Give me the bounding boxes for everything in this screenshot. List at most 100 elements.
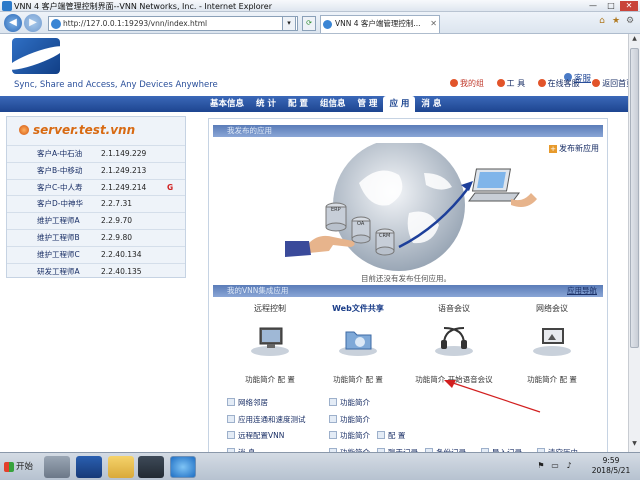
tab-apps[interactable]: 应 用 <box>383 96 416 112</box>
back-button[interactable]: ◀ <box>4 14 22 32</box>
app-links[interactable]: 功能简介 配 置 <box>313 374 403 385</box>
online-support-link[interactable]: 在线客服 <box>537 78 580 89</box>
internet-explorer-icon[interactable] <box>170 456 196 478</box>
tab-stats[interactable]: 统 计 <box>250 96 282 112</box>
client-name[interactable]: 客户C-中人寿 <box>37 180 82 196</box>
speed-icon <box>227 414 235 423</box>
app-guide-link[interactable]: 应用导航 <box>567 285 597 297</box>
online-support-label: 在线客服 <box>547 79 580 88</box>
tab-close-icon[interactable]: ✕ <box>430 16 437 32</box>
crm-label: CRM <box>379 233 390 239</box>
publish-app-label: 发布新应用 <box>559 144 599 153</box>
app-name: Web文件共享 <box>332 304 384 313</box>
maximize-button[interactable]: □ <box>602 1 620 11</box>
intro-link[interactable]: 功能简介 <box>329 414 370 425</box>
client-name[interactable]: 维护工程师C <box>37 247 80 263</box>
forward-button[interactable]: ▶ <box>24 14 42 32</box>
list-item[interactable]: 客户B-中移动 2.1.249.213 <box>7 161 185 179</box>
client-name[interactable]: 维护工程师A <box>37 213 80 229</box>
tab-config[interactable]: 配 置 <box>282 96 314 112</box>
row-label: 网络邻居 <box>238 398 268 407</box>
browser-tab[interactable]: VNN 4 客户端管理控制... ✕ <box>320 15 440 33</box>
minimize-button[interactable]: — <box>584 1 602 11</box>
client-name[interactable]: 客户D-中神华 <box>37 196 83 212</box>
scroll-thumb[interactable] <box>630 48 639 348</box>
tab-basic-info[interactable]: 基本信息 <box>204 96 250 112</box>
published-apps-header: 我发布的应用 <box>213 125 603 137</box>
cmd-icon[interactable] <box>138 456 164 478</box>
ie-icon <box>2 1 12 11</box>
list-item[interactable]: 客户D-中神华 2.2.7.31 <box>7 195 185 212</box>
web-meeting-icon[interactable] <box>532 324 572 356</box>
page-icon <box>51 19 61 29</box>
client-ip: 2.2.40.135 <box>101 266 142 276</box>
flag-tray-icon[interactable]: ⚑ <box>536 461 546 471</box>
favorites-icon[interactable]: ★ <box>610 16 622 29</box>
my-group-label: 我的组 <box>460 79 484 88</box>
home-icon[interactable]: ⌂ <box>596 16 608 29</box>
list-item[interactable]: 研发工程师A 2.2.40.135 <box>7 262 185 280</box>
tools-icon <box>496 79 505 87</box>
server-manager-icon[interactable] <box>44 456 70 478</box>
intro-link[interactable]: 功能简介 <box>329 430 370 441</box>
refresh-icon[interactable]: ⟳ <box>302 16 316 31</box>
scroll-up-icon[interactable]: ▲ <box>630 35 639 45</box>
tab-group-info[interactable]: 组信息 <box>314 96 352 112</box>
annotation-arrow <box>444 380 541 413</box>
speed-test-link[interactable]: 应用连通和速度测试 <box>227 414 306 425</box>
settings-gear-icon[interactable]: ⚙ <box>624 16 636 29</box>
client-name[interactable]: 客户A-中石油 <box>37 146 82 162</box>
client-name[interactable]: 维护工程师B <box>37 230 80 246</box>
volume-tray-icon[interactable]: ♪ <box>564 461 574 471</box>
start-button[interactable]: 开始 <box>2 457 38 477</box>
list-item[interactable]: 维护工程师C 2.2.40.134 <box>7 245 185 263</box>
headset-icon[interactable] <box>434 324 474 356</box>
tab-messages[interactable]: 消 息 <box>415 96 447 112</box>
folder-share-icon[interactable] <box>338 324 378 356</box>
support-icon <box>537 79 546 87</box>
client-mark: G <box>167 182 174 192</box>
tools-link[interactable]: 工 具 <box>496 78 525 89</box>
app-web-file-share: Web文件共享 功能简介 配 置 <box>313 303 403 389</box>
url-input[interactable]: http://127.0.0.1:19293/vnn/index.html <box>48 16 298 31</box>
client-ip: 2.2.9.80 <box>101 232 133 242</box>
network-neighborhood-link[interactable]: 网络邻居 <box>227 397 268 408</box>
nav-tabs: 基本信息统 计配 置组信息管 理应 用消 息 <box>204 96 447 112</box>
gear-icon <box>377 431 385 439</box>
remote-control-icon[interactable] <box>250 324 290 356</box>
window-title-bar: VNN 4 客户端管理控制界面--VNN Networks, Inc. - In… <box>0 0 640 12</box>
my-group-link[interactable]: 我的组 <box>450 78 484 89</box>
close-button[interactable]: ✕ <box>620 1 638 11</box>
row-label: 远程配置VNN <box>238 431 285 440</box>
logo-swoosh <box>12 42 60 74</box>
remote-config-link[interactable]: 远程配置VNN <box>227 430 284 441</box>
vertical-scrollbar[interactable]: ▲ ▼ <box>628 34 640 452</box>
publish-illustration: ERP OA CRM <box>285 143 537 271</box>
monitor-tray-icon[interactable]: ▭ <box>550 461 560 471</box>
app-links[interactable]: 功能简介 配 置 <box>225 374 315 385</box>
client-ip: 2.1.149.229 <box>101 149 147 158</box>
list-item[interactable]: 维护工程师B 2.2.9.80 <box>7 228 185 246</box>
client-name[interactable]: 研发工程师A <box>37 264 80 280</box>
client-name[interactable]: 客户B-中移动 <box>37 163 82 179</box>
explorer-folder-icon[interactable] <box>108 456 134 478</box>
server-name[interactable]: server.test.vnn <box>19 123 135 137</box>
tab-title: VNN 4 客户端管理控制... <box>335 19 421 28</box>
clock[interactable]: 9:59 2018/5/21 <box>584 456 638 476</box>
list-item[interactable]: 维护工程师A 2.2.9.70 <box>7 212 185 229</box>
scroll-down-icon[interactable]: ▼ <box>630 440 639 450</box>
return-icon <box>592 79 601 87</box>
intro-link[interactable]: 功能简介 <box>329 397 370 408</box>
dropdown-icon[interactable]: ▾ <box>282 16 296 31</box>
vnn-apps-header: 我的VNN集成应用 <box>213 285 603 297</box>
url-text: http://127.0.0.1:19293/vnn/index.html <box>63 19 208 28</box>
powershell-icon[interactable] <box>76 456 102 478</box>
globe-icon <box>333 143 465 271</box>
table-row: 远程配置VNN 功能简介 配 置 <box>227 428 607 445</box>
list-item[interactable]: 客户C-中人寿 2.1.249.214 G <box>7 178 185 196</box>
list-item[interactable]: 客户A-中石油 2.1.149.229 <box>7 145 185 162</box>
config-link[interactable]: 配 置 <box>377 430 405 441</box>
tab-manage[interactable]: 管 理 <box>351 96 383 112</box>
tab-icon <box>323 20 332 29</box>
app-name: 语音会议 <box>438 304 470 313</box>
